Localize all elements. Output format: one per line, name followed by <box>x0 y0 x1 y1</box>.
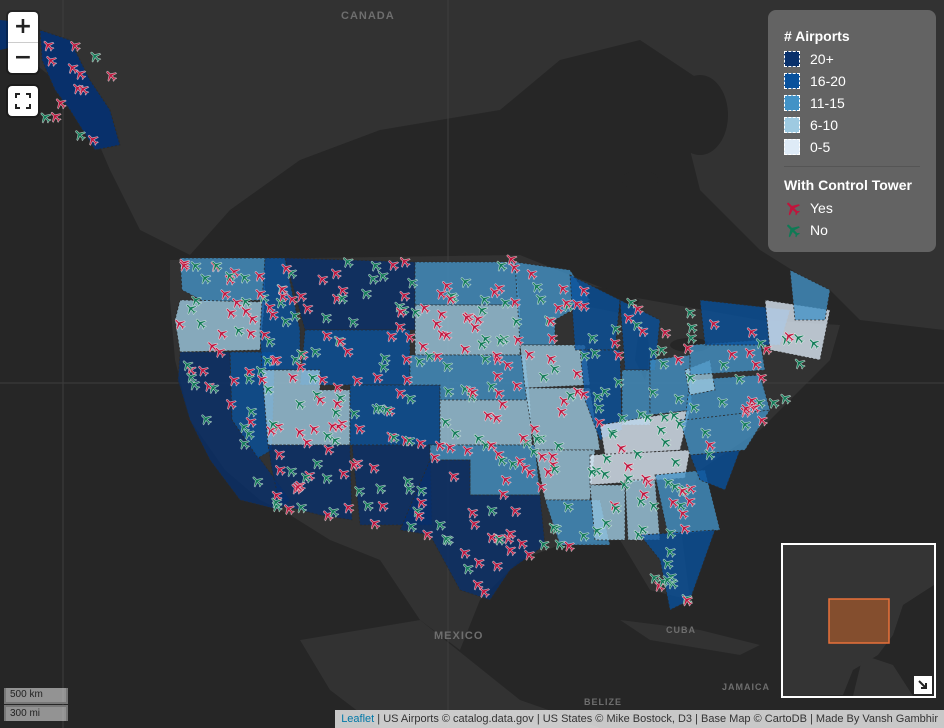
zoom-out-button[interactable]: − <box>8 42 38 73</box>
state-kansas[interactable] <box>439 399 533 446</box>
attribution-bar: Leaflet | US Airports © catalog.data.gov… <box>335 710 944 728</box>
legend-bin-0: 20+ <box>784 48 920 70</box>
legend-swatch <box>784 73 800 89</box>
place-label-canada: CANADA <box>341 10 395 22</box>
legend-tower-label: Yes <box>810 200 833 216</box>
minimap-view <box>783 545 934 696</box>
legend-bin-label: 16-20 <box>810 73 846 89</box>
legend-tower-title: With Control Tower <box>784 177 912 193</box>
place-label-belize: BELIZE <box>584 697 622 707</box>
legend-tower-label: No <box>810 222 828 238</box>
map-legend: # Airports 20+ 16-20 11-15 6-10 0-5 With Con… <box>768 10 936 252</box>
legend-swatch <box>784 51 800 67</box>
zoom-control: + − <box>8 12 38 73</box>
place-label-mexico: MEXICO <box>434 630 483 642</box>
legend-bin-label: 20+ <box>810 51 834 67</box>
airplane-icon <box>784 199 802 217</box>
legend-swatch <box>784 95 800 111</box>
collapse-arrow-icon <box>918 680 927 689</box>
legend-bin-3: 6-10 <box>784 114 920 136</box>
legend-swatch <box>784 117 800 133</box>
minimap-toggle-button[interactable] <box>914 676 932 694</box>
minimap-viewport-rect[interactable] <box>828 598 890 644</box>
place-label-jamaica: JAMAICA <box>722 682 770 692</box>
leaflet-link[interactable]: Leaflet <box>341 713 374 725</box>
legend-bin-2: 11-15 <box>784 92 920 114</box>
fullscreen-icon <box>15 93 31 109</box>
scale-mi: 300 mi <box>4 705 68 721</box>
place-label-cuba: CUBA <box>666 625 696 635</box>
state-ohio[interactable] <box>649 354 693 416</box>
legend-swatch <box>784 139 800 155</box>
airplane-icon <box>784 221 802 239</box>
legend-bin-4: 0-5 <box>784 136 920 158</box>
legend-tower-no: No <box>784 219 920 241</box>
zoom-in-button[interactable]: + <box>8 12 38 42</box>
fullscreen-button[interactable] <box>8 86 38 116</box>
scale-km: 500 km <box>4 688 68 704</box>
attribution-text: | US Airports © catalog.data.gov | US St… <box>374 713 938 725</box>
legend-bin-label: 11-15 <box>810 95 845 111</box>
legend-divider <box>784 166 920 167</box>
legend-tower-yes: Yes <box>784 197 920 219</box>
legend-bin-label: 0-5 <box>810 139 831 155</box>
legend-bin-1: 16-20 <box>784 70 920 92</box>
legend-bin-label: 6-10 <box>810 117 839 133</box>
minimap[interactable] <box>781 543 936 698</box>
legend-title: # Airports <box>784 28 850 44</box>
